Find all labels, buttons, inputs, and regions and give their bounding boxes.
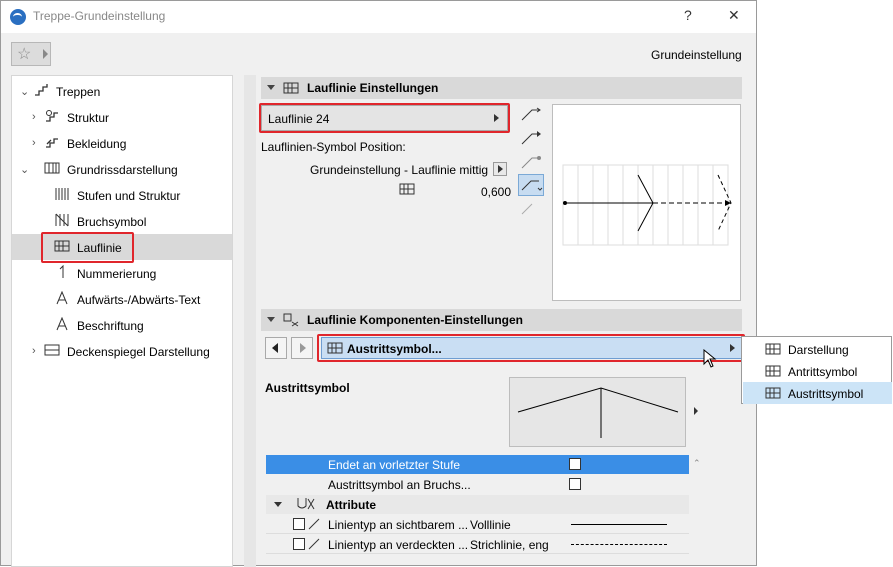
offset-icon <box>399 183 415 195</box>
popup-item-darstellung[interactable]: Darstellung <box>743 338 892 360</box>
highlight-box-component-dropdown <box>317 334 745 362</box>
tree-item-stufen-und-struktur[interactable]: Stufen und Struktur <box>12 182 232 208</box>
table-row[interactable]: Endet an vorletzter Stufe <box>266 455 689 474</box>
symbol-option-5[interactable] <box>518 198 544 220</box>
chevron-down-icon[interactable]: ⌄ <box>20 163 29 176</box>
favorites-button[interactable]: ☆ <box>11 42 51 66</box>
arrow-right-icon <box>300 343 306 353</box>
floorplan-icon <box>44 162 60 174</box>
tree-item-struktur[interactable]: › Struktur <box>12 104 232 130</box>
collapse-arrow-icon <box>267 317 275 322</box>
cladding-icon <box>46 138 58 148</box>
line-icon <box>308 538 320 550</box>
symbol-option-1[interactable] <box>518 104 544 126</box>
collapse-arrow-icon <box>267 85 275 90</box>
previous-button[interactable] <box>265 337 287 359</box>
chevron-right-icon[interactable]: › <box>32 111 36 123</box>
numbering-icon <box>59 265 64 278</box>
austrittsymbol-label: Austrittsymbol <box>265 381 350 395</box>
title-bar: Treppe-Grundeinstellung ? ✕ <box>1 1 756 33</box>
walking-line-icon <box>765 343 781 355</box>
table-row[interactable]: Austrittsymbol an Bruchs... <box>266 475 689 494</box>
section-title: Grundeinstellung <box>651 48 742 62</box>
line-icon <box>308 518 320 530</box>
highlight-box-lauflinie <box>41 232 134 263</box>
archicad-icon <box>10 9 26 25</box>
splitter[interactable] <box>244 75 256 567</box>
tree-item-grundrissdarstellung[interactable]: ⌄ Grundrissdarstellung <box>12 156 232 182</box>
dashed-line-sample <box>571 544 667 545</box>
popup-item-austrittsymbol[interactable]: Austrittsymbol <box>743 382 892 404</box>
table-row[interactable]: Linientyp an verdeckten ... Strichlinie,… <box>266 535 689 554</box>
attributes-icon <box>297 498 315 510</box>
tree-item-treppen[interactable]: ⌄ Treppen <box>12 78 232 104</box>
label-icon <box>56 317 68 331</box>
components-icon <box>283 313 299 327</box>
walking-line-icon <box>765 387 781 399</box>
chevron-right-icon[interactable]: › <box>32 137 36 149</box>
symbol-position-label: Lauflinien-Symbol Position: <box>261 140 406 154</box>
arrow-left-icon <box>272 343 278 353</box>
ceiling-icon <box>44 344 60 356</box>
komponenten-settings-header[interactable]: Lauflinie Komponenten-Einstellungen <box>261 309 742 331</box>
break-symbol-icon <box>55 213 69 227</box>
highlight-box-lauflinie-dropdown <box>259 103 510 133</box>
walking-line-icon <box>283 82 299 94</box>
tree-item-deckenspiegel-darstellung[interactable]: › Deckenspiegel Darstellung <box>12 338 232 364</box>
component-popup-menu: Darstellung Antrittsymbol Austrittsymbol <box>741 336 892 404</box>
linetype-visible-checkbox[interactable] <box>293 518 305 530</box>
lauflinie-preview <box>552 104 741 301</box>
attribute-group-row[interactable]: Attribute <box>266 495 689 514</box>
steps-icon <box>55 188 69 200</box>
austrittsymbol-preview <box>509 377 698 447</box>
offset-value: 0,600 <box>481 185 512 199</box>
chevron-down-icon[interactable]: ⌄ <box>20 85 29 98</box>
symbol-position-button[interactable] <box>493 162 507 176</box>
symbol-option-4[interactable] <box>518 174 544 196</box>
symbol-position-value: Grundeinstellung - Lauflinie mittig <box>310 163 489 177</box>
lauflinie-settings-header[interactable]: Lauflinie Einstellungen <box>261 77 742 99</box>
window-title: Treppe-Grundeinstellung <box>33 9 166 23</box>
close-button[interactable]: ✕ <box>728 7 740 24</box>
star-icon: ☆ <box>17 46 32 63</box>
updown-text-icon <box>56 291 68 305</box>
endet-checkbox[interactable] <box>569 458 581 470</box>
tree-item-bekleidung[interactable]: › Bekleidung <box>12 130 232 156</box>
settings-tree: ⌄ Treppen › Struktur › Bekleidung ⌄ Grun… <box>11 75 233 567</box>
arrow-right-icon[interactable] <box>694 407 698 415</box>
collapse-arrow-icon <box>274 502 282 507</box>
linetype-hidden-checkbox[interactable] <box>293 538 305 550</box>
dialog-window: Treppe-Grundeinstellung ? ✕ ☆ Grundeinst… <box>0 0 757 567</box>
tree-item-nummerierung[interactable]: Nummerierung <box>12 260 232 286</box>
popup-item-antrittsymbol[interactable]: Antrittsymbol <box>743 360 892 382</box>
stair-icon <box>35 84 48 96</box>
help-button[interactable]: ? <box>684 7 692 23</box>
chevron-right-icon[interactable]: › <box>32 345 36 357</box>
mouse-cursor-icon <box>703 349 717 368</box>
scroll-up-icon[interactable]: ⌃ <box>693 458 701 469</box>
structure-icon <box>46 110 58 122</box>
next-button[interactable] <box>291 337 313 359</box>
symbol-option-2[interactable] <box>518 128 544 150</box>
austrittsymbol-bruch-checkbox[interactable] <box>569 478 581 490</box>
solid-line-sample <box>571 524 667 525</box>
table-row[interactable]: Linientyp an sichtbarem ... Volllinie <box>266 515 689 534</box>
arrow-right-icon <box>43 49 48 59</box>
walking-line-icon <box>765 365 781 377</box>
tree-item-beschriftung[interactable]: Beschriftung <box>12 312 232 338</box>
symbol-option-3[interactable] <box>518 152 544 174</box>
tree-item-bruchsymbol[interactable]: Bruchsymbol <box>12 208 232 234</box>
tree-item-aufwaerts-abwaerts-text[interactable]: Aufwärts-/Abwärts-Text <box>12 286 232 312</box>
